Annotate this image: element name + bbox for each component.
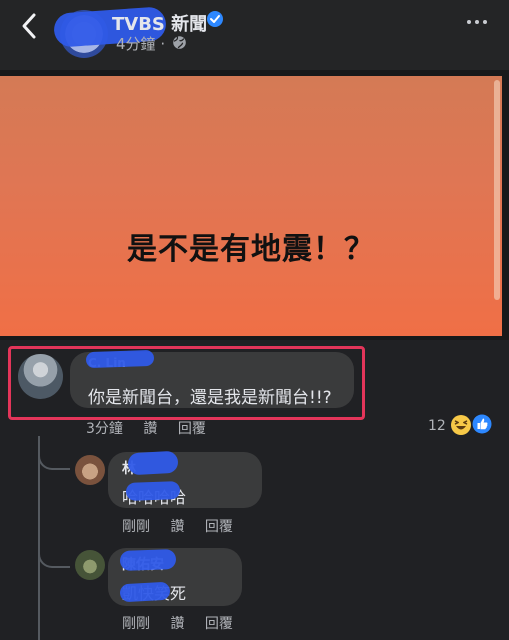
redaction-scribble bbox=[119, 549, 177, 571]
like-button[interactable]: 讚 bbox=[170, 519, 184, 535]
reply-button[interactable]: 回覆 bbox=[205, 616, 233, 632]
reply-avatar[interactable] bbox=[75, 455, 105, 485]
redaction-scribble bbox=[125, 481, 181, 501]
globe-icon bbox=[173, 36, 186, 49]
commenter-avatar[interactable] bbox=[18, 354, 63, 399]
reaction-count[interactable]: 12 bbox=[428, 418, 446, 434]
verified-icon bbox=[207, 11, 223, 27]
reply-actions: 剛剛 讚 回覆 bbox=[122, 613, 233, 633]
haha-icon bbox=[451, 415, 471, 435]
time-separator: · bbox=[160, 35, 166, 53]
post-scrollbar[interactable] bbox=[494, 80, 500, 300]
redaction-scribble bbox=[85, 349, 155, 369]
reply-actions: 剛剛 讚 回覆 bbox=[122, 516, 233, 536]
post-text: 是不是有地震！？ bbox=[127, 232, 375, 267]
redaction-scribble bbox=[127, 450, 179, 476]
reply-thread-line bbox=[38, 436, 40, 640]
comment-text: 你是新聞台，還是我是新聞台!!? bbox=[88, 388, 332, 408]
comment-actions: 3分鐘 讚 回覆 bbox=[86, 418, 206, 438]
more-icon[interactable] bbox=[466, 18, 488, 26]
back-icon[interactable] bbox=[18, 12, 42, 40]
reply-button[interactable]: 回覆 bbox=[178, 421, 206, 437]
reply-button[interactable]: 回覆 bbox=[205, 519, 233, 535]
like-button[interactable]: 讚 bbox=[170, 616, 184, 632]
redaction-scribble bbox=[119, 581, 171, 603]
post-card[interactable]: 是不是有地震！？ bbox=[0, 76, 502, 336]
comment-time: 3分鐘 bbox=[86, 421, 123, 437]
reply-branch bbox=[38, 450, 70, 470]
post-time-row: 4分鐘 · bbox=[116, 33, 165, 54]
reply-time: 剛剛 bbox=[122, 519, 150, 535]
post-time: 4分鐘 bbox=[116, 35, 156, 53]
reply-avatar[interactable] bbox=[75, 550, 105, 580]
like-icon bbox=[472, 414, 492, 434]
reply-branch bbox=[38, 548, 70, 568]
reply-time: 剛剛 bbox=[122, 616, 150, 632]
facebook-post-screen: TVBS 新聞 4分鐘 · 是不是有地震！？ C. Lin 你是新聞台，還是我是… bbox=[0, 0, 509, 640]
like-button[interactable]: 讚 bbox=[143, 421, 157, 437]
